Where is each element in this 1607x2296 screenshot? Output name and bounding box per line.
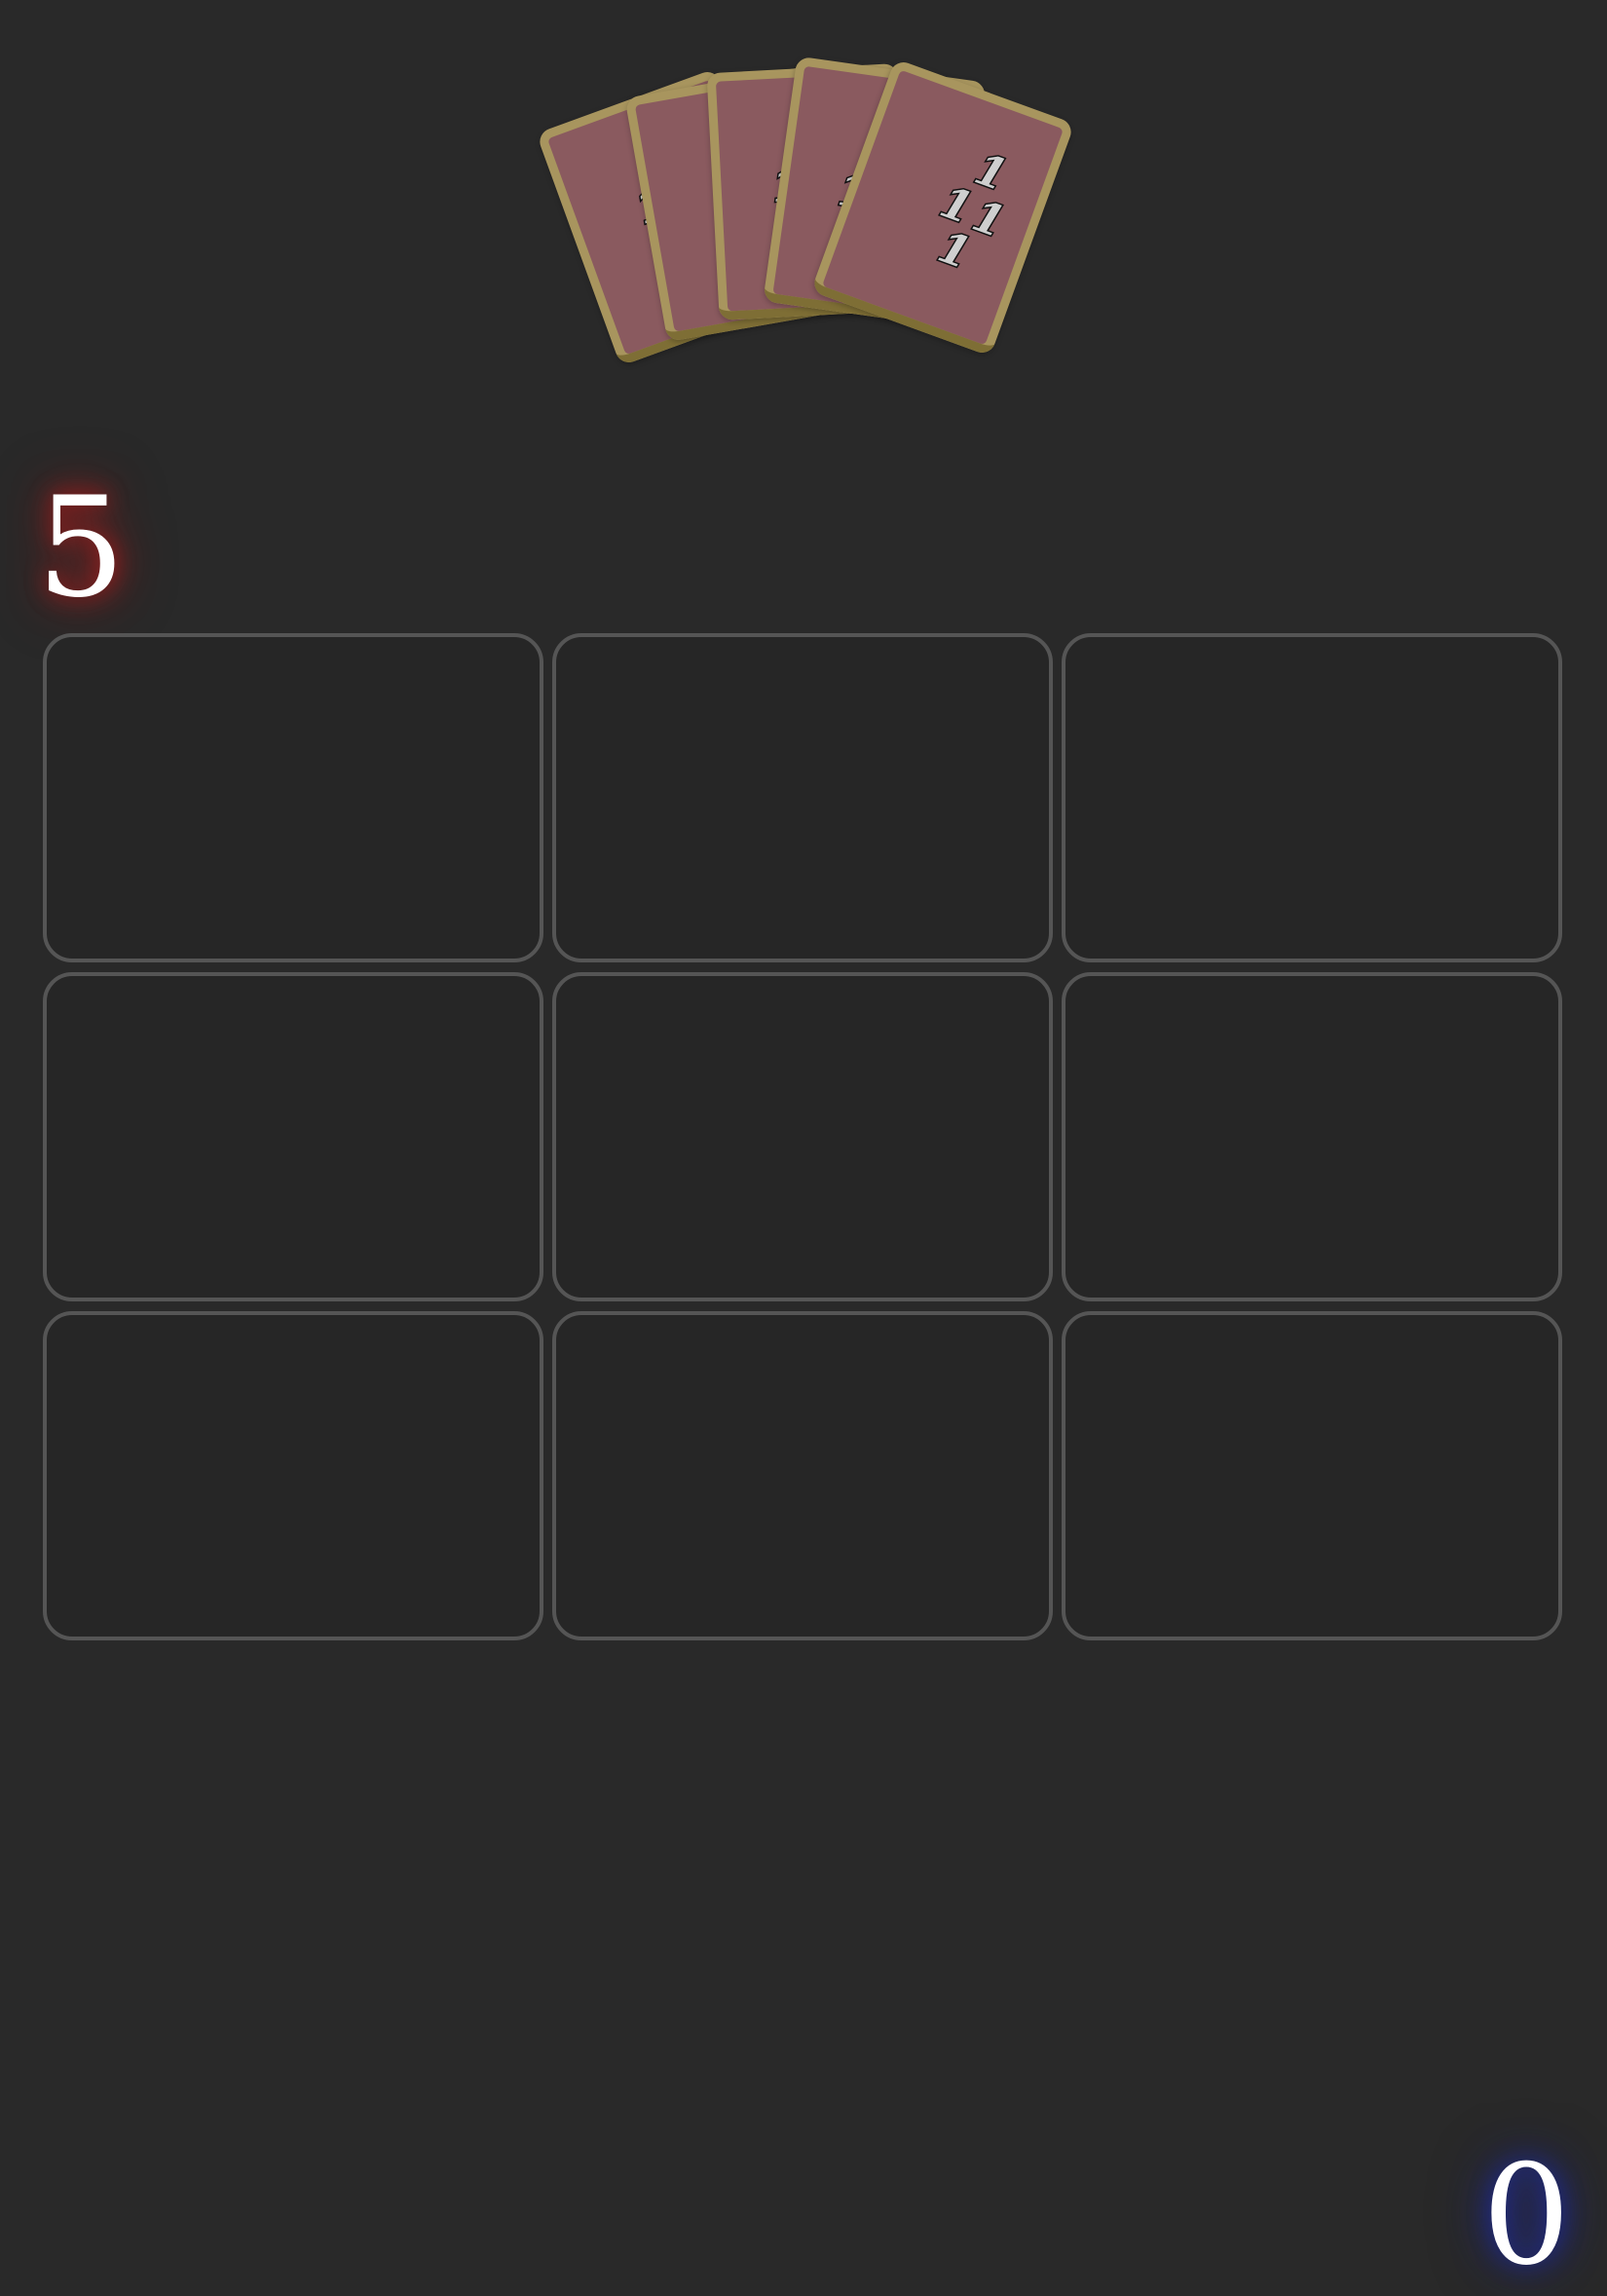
board-slot[interactable] <box>1062 633 1562 962</box>
board-slot[interactable] <box>1062 972 1562 1301</box>
board-slot[interactable] <box>43 633 543 962</box>
card-number: 1 <box>930 221 978 281</box>
opponent-hand: 1 1 1 1 1 1 1 1 <box>0 0 1607 390</box>
player-score: 0 <box>1482 2135 1571 2296</box>
board-slot[interactable] <box>1062 1311 1562 1640</box>
board-slot[interactable] <box>43 972 543 1301</box>
opponent-score: 5 <box>37 468 126 628</box>
board-slot[interactable] <box>552 633 1053 962</box>
board-slot[interactable] <box>552 972 1053 1301</box>
board-slot[interactable] <box>43 1311 543 1640</box>
game-board <box>43 633 1563 1640</box>
board-slot[interactable] <box>552 1311 1053 1640</box>
